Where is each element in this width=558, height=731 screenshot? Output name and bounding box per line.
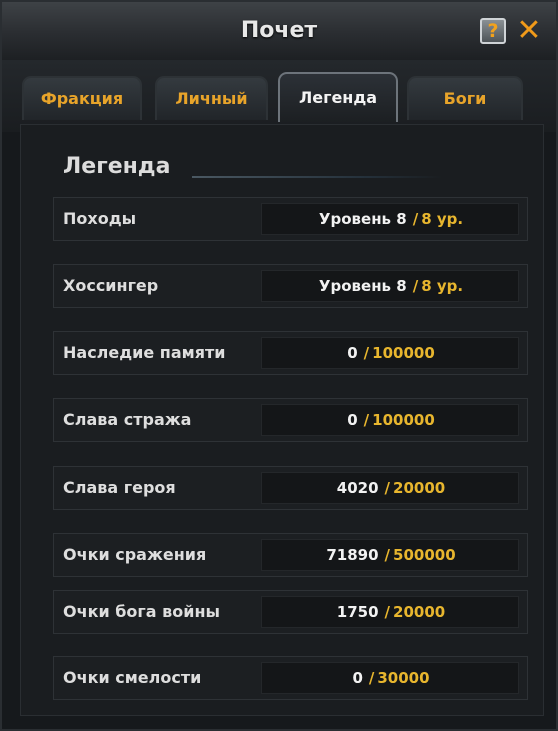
row-value-box: 4020 /20000 — [261, 472, 519, 504]
value-separator: / — [384, 546, 391, 564]
row-value-box: Уровень 8 /8 ур. — [261, 203, 519, 235]
section-divider — [192, 176, 442, 178]
value-max: 30000 — [377, 669, 430, 687]
tab-faction[interactable]: Фракция — [22, 76, 142, 120]
honor-row-guardian-glory: Слава стража 0 /100000 — [53, 398, 528, 442]
row-value: 0 /100000 — [262, 338, 520, 368]
value-max: 100000 — [372, 411, 435, 429]
honor-row-battle-points: Очки сражения 71890 /500000 — [53, 533, 528, 577]
value-current: Уровень 8 — [318, 210, 407, 228]
value-max: 8 ур. — [421, 210, 464, 228]
value-current: 1750 — [336, 603, 379, 621]
row-label: Походы — [63, 209, 137, 228]
honor-row-hossinger: Хоссингер Уровень 8 /8 ур. — [53, 264, 528, 308]
row-label: Наследие памяти — [63, 343, 226, 362]
row-value: 0 /100000 — [262, 405, 520, 435]
value-separator: / — [412, 277, 419, 295]
value-current: 0 — [347, 344, 358, 362]
honor-row-campaigns: Походы Уровень 8 /8 ур. — [53, 197, 528, 241]
honor-row-memory-legacy: Наследие памяти 0 /100000 — [53, 331, 528, 375]
tab-gods[interactable]: Боги — [407, 76, 523, 120]
row-value-box: 71890 /500000 — [261, 539, 519, 571]
value-separator: / — [384, 479, 391, 497]
row-label: Слава стража — [63, 410, 192, 429]
row-label: Слава героя — [63, 478, 176, 497]
value-current: 0 — [352, 669, 363, 687]
value-max: 8 ур. — [421, 277, 464, 295]
value-separator: / — [384, 603, 391, 621]
value-max: 500000 — [393, 546, 456, 564]
value-max: 20000 — [393, 479, 446, 497]
tab-personal[interactable]: Личный — [155, 76, 268, 120]
row-value-box: Уровень 8 /8 ур. — [261, 270, 519, 302]
row-label: Очки бога войны — [63, 602, 220, 621]
window-title: Почет — [240, 18, 318, 43]
honor-window: Почет ? ✕ Фракция Личный Легенда Боги Ле… — [0, 0, 558, 731]
row-value: Уровень 8 /8 ур. — [262, 271, 520, 301]
value-separator: / — [368, 669, 375, 687]
help-icon[interactable]: ? — [480, 18, 506, 44]
value-max: 20000 — [393, 603, 446, 621]
tab-bar: Фракция Личный Легенда Боги — [2, 60, 556, 132]
value-max: 100000 — [372, 344, 435, 362]
row-label: Очки сражения — [63, 545, 207, 564]
honor-row-hero-glory: Слава героя 4020 /20000 — [53, 466, 528, 510]
tab-legend[interactable]: Легенда — [278, 72, 398, 122]
value-current: 71890 — [326, 546, 379, 564]
close-icon[interactable]: ✕ — [514, 16, 544, 46]
value-current: 0 — [347, 411, 358, 429]
title-bar[interactable]: Почет ? ✕ — [2, 2, 556, 61]
row-value: 4020 /20000 — [262, 473, 520, 503]
value-separator: / — [363, 344, 370, 362]
section-title: Легенда — [63, 154, 171, 179]
value-separator: / — [412, 210, 419, 228]
row-value: 0 /30000 — [262, 663, 520, 693]
honor-row-courage-points: Очки смелости 0 /30000 — [53, 656, 528, 700]
row-value-box: 0 /100000 — [261, 404, 519, 436]
row-label: Очки смелости — [63, 668, 202, 687]
row-value-box: 1750 /20000 — [261, 596, 519, 628]
row-label: Хоссингер — [63, 276, 159, 295]
row-value: Уровень 8 /8 ур. — [262, 204, 520, 234]
honor-row-war-god-points: Очки бога войны 1750 /20000 — [53, 590, 528, 634]
value-current: Уровень 8 — [318, 277, 407, 295]
value-current: 4020 — [336, 479, 379, 497]
value-separator: / — [363, 411, 370, 429]
row-value-box: 0 /30000 — [261, 662, 519, 694]
row-value: 1750 /20000 — [262, 597, 520, 627]
row-value: 71890 /500000 — [262, 540, 520, 570]
row-value-box: 0 /100000 — [261, 337, 519, 369]
